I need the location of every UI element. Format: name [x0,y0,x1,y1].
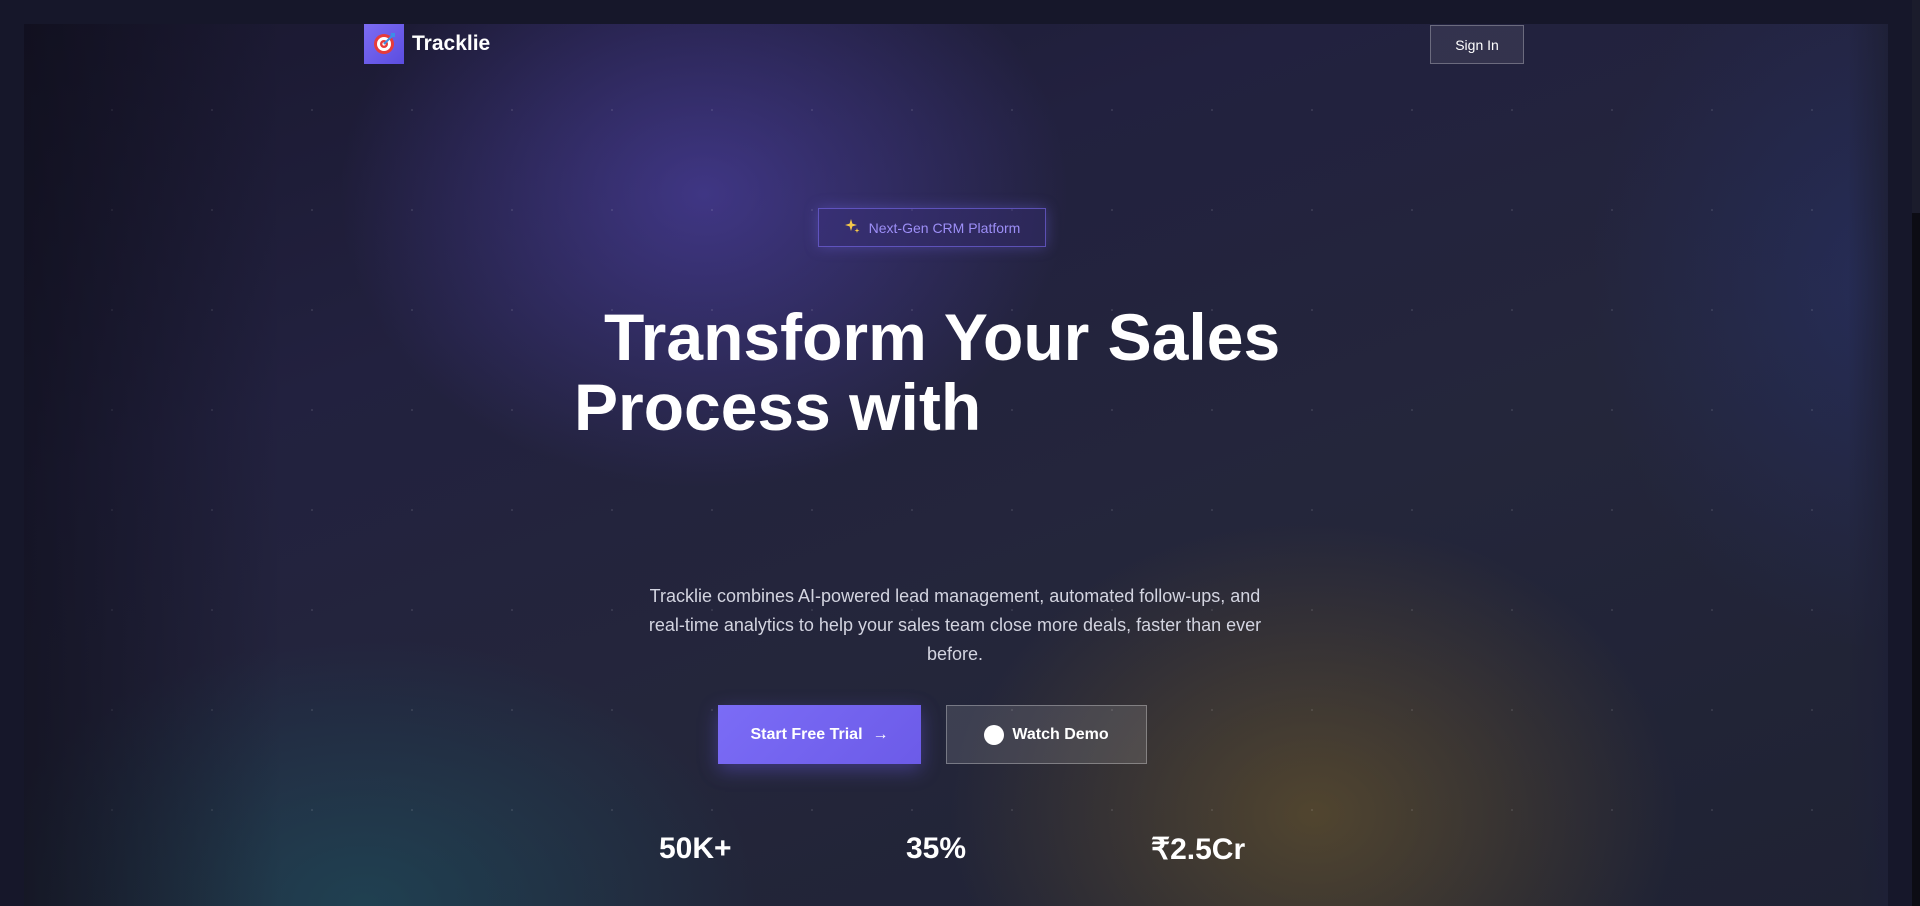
stat-value: 50K+ [659,832,732,865]
hero-subtext: Tracklie combines AI-powered lead manage… [648,586,1262,664]
watch-demo-button[interactable]: Watch Demo [946,705,1147,764]
brand-name: Tracklie [412,32,491,55]
scrollbar-track[interactable] [1912,0,1920,906]
sign-in-button[interactable]: Sign In [1430,25,1524,64]
stat-value: ₹2.5Cr [1151,833,1246,866]
target-icon [364,24,404,64]
top-nav: Tracklie Sign In [364,24,1524,64]
headline-line-2: Process with [574,370,982,444]
scrollbar-thumb[interactable] [1912,213,1920,906]
right-vignette [1848,24,1888,906]
brand-logo[interactable]: Tracklie [364,24,490,64]
start-free-trial-label: Start Free Trial [750,725,863,743]
stats-row: 50K+ 35% ₹2.5Cr [0,832,1920,882]
hero-badge: Next-Gen CRM Platform [818,208,1046,247]
headline-line-1: Transform Your Sales [604,300,1281,374]
landing-page [24,24,1888,906]
stat-value: 35% [906,832,967,865]
start-free-trial-button[interactable]: Start Free Trial → [718,705,921,764]
sparkles-icon [844,218,860,237]
hero-headline: Transform Your Sales Process with [574,302,1314,442]
badge-label: Next-Gen CRM Platform [868,219,1021,236]
arrow-right-icon: → [872,725,889,743]
left-vignette [24,24,284,906]
play-icon [984,724,1005,745]
watch-demo-label: Watch Demo [1012,725,1109,743]
